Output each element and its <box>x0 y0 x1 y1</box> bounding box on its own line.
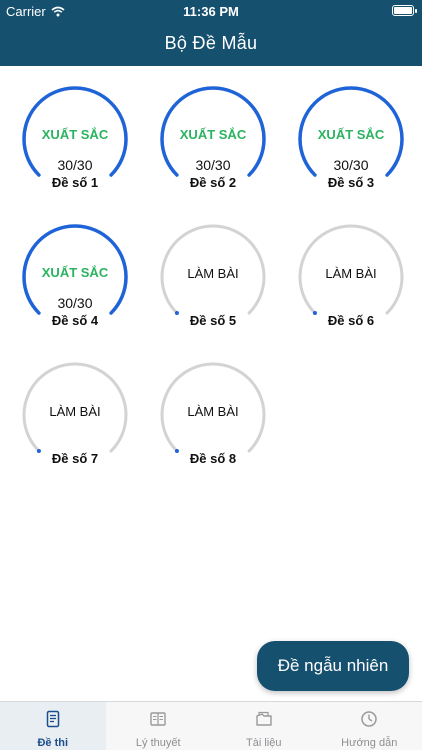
battery-icon <box>392 5 417 16</box>
test-name: Đề số 8 <box>189 451 237 466</box>
test-name: Đề số 3 <box>327 175 375 190</box>
test-name: Đề số 7 <box>51 451 99 466</box>
tab-exams[interactable]: Đề thi <box>0 702 106 750</box>
tab-documents[interactable]: Tài liệu <box>211 702 317 750</box>
page-title: Bộ Đề Mẫu <box>164 33 258 53</box>
test-item-2[interactable]: XUẤT SẮC 30/30 Đề số 2 <box>158 84 268 194</box>
test-name: Đề số 6 <box>327 313 375 328</box>
tab-label: Tài liệu <box>246 737 282 749</box>
book-icon <box>150 712 166 726</box>
test-status: XUẤT SẮC <box>179 127 247 142</box>
test-name: Đề số 4 <box>51 313 99 328</box>
test-name: Đề số 2 <box>189 175 237 190</box>
status-bar: Carrier 11:36 PM <box>0 0 422 22</box>
test-name: Đề số 5 <box>189 313 237 328</box>
test-status: XUẤT SẮC <box>317 127 385 142</box>
tab-label: Đề thi <box>37 737 69 749</box>
test-item-5[interactable]: LÀM BÀI Đề số 5 <box>158 222 268 332</box>
exam-icon <box>46 710 59 728</box>
test-name: Đề số 1 <box>51 175 99 190</box>
test-item-7[interactable]: LÀM BÀI Đề số 7 <box>20 360 130 470</box>
test-item-4[interactable]: XUẤT SẮC 30/30 Đề số 4 <box>20 222 130 332</box>
test-status: LÀM BÀI <box>325 266 377 281</box>
tab-theory[interactable]: Lý thuyết <box>106 702 212 750</box>
screen: Carrier 11:36 PM Bộ Đề Mẫu XUẤT SẮC 30/3… <box>0 0 422 750</box>
test-status: LÀM BÀI <box>49 404 101 419</box>
tab-bar: Đề thi Lý thuyết Tài liệu Hướng dẫn <box>0 701 422 750</box>
tab-label: Hướng dẫn <box>341 737 398 749</box>
test-status: LÀM BÀI <box>187 266 239 281</box>
test-item-3[interactable]: XUẤT SẮC 30/30 Đề số 3 <box>296 84 406 194</box>
top-bar: Carrier 11:36 PM Bộ Đề Mẫu <box>0 0 422 66</box>
tab-guide[interactable]: Hướng dẫn <box>317 702 422 750</box>
clock-icon <box>361 711 377 727</box>
test-score: 30/30 <box>333 157 369 173</box>
test-status: XUẤT SẮC <box>41 127 109 142</box>
test-item-8[interactable]: LÀM BÀI Đề số 8 <box>158 360 268 470</box>
documents-icon <box>256 711 272 726</box>
battery-level <box>394 7 412 14</box>
test-item-6[interactable]: LÀM BÀI Đề số 6 <box>296 222 406 332</box>
test-score: 30/30 <box>57 295 93 311</box>
test-status: LÀM BÀI <box>187 404 239 419</box>
test-item-1[interactable]: XUẤT SẮC 30/30 Đề số 1 <box>20 84 130 194</box>
test-score: 30/30 <box>57 157 93 173</box>
tab-label: Lý thuyết <box>135 737 181 749</box>
random-test-button[interactable]: Đề ngẫu nhiên <box>257 641 409 691</box>
test-status: XUẤT SẮC <box>41 265 109 280</box>
status-time: 11:36 PM <box>183 4 239 19</box>
test-score: 30/30 <box>195 157 231 173</box>
